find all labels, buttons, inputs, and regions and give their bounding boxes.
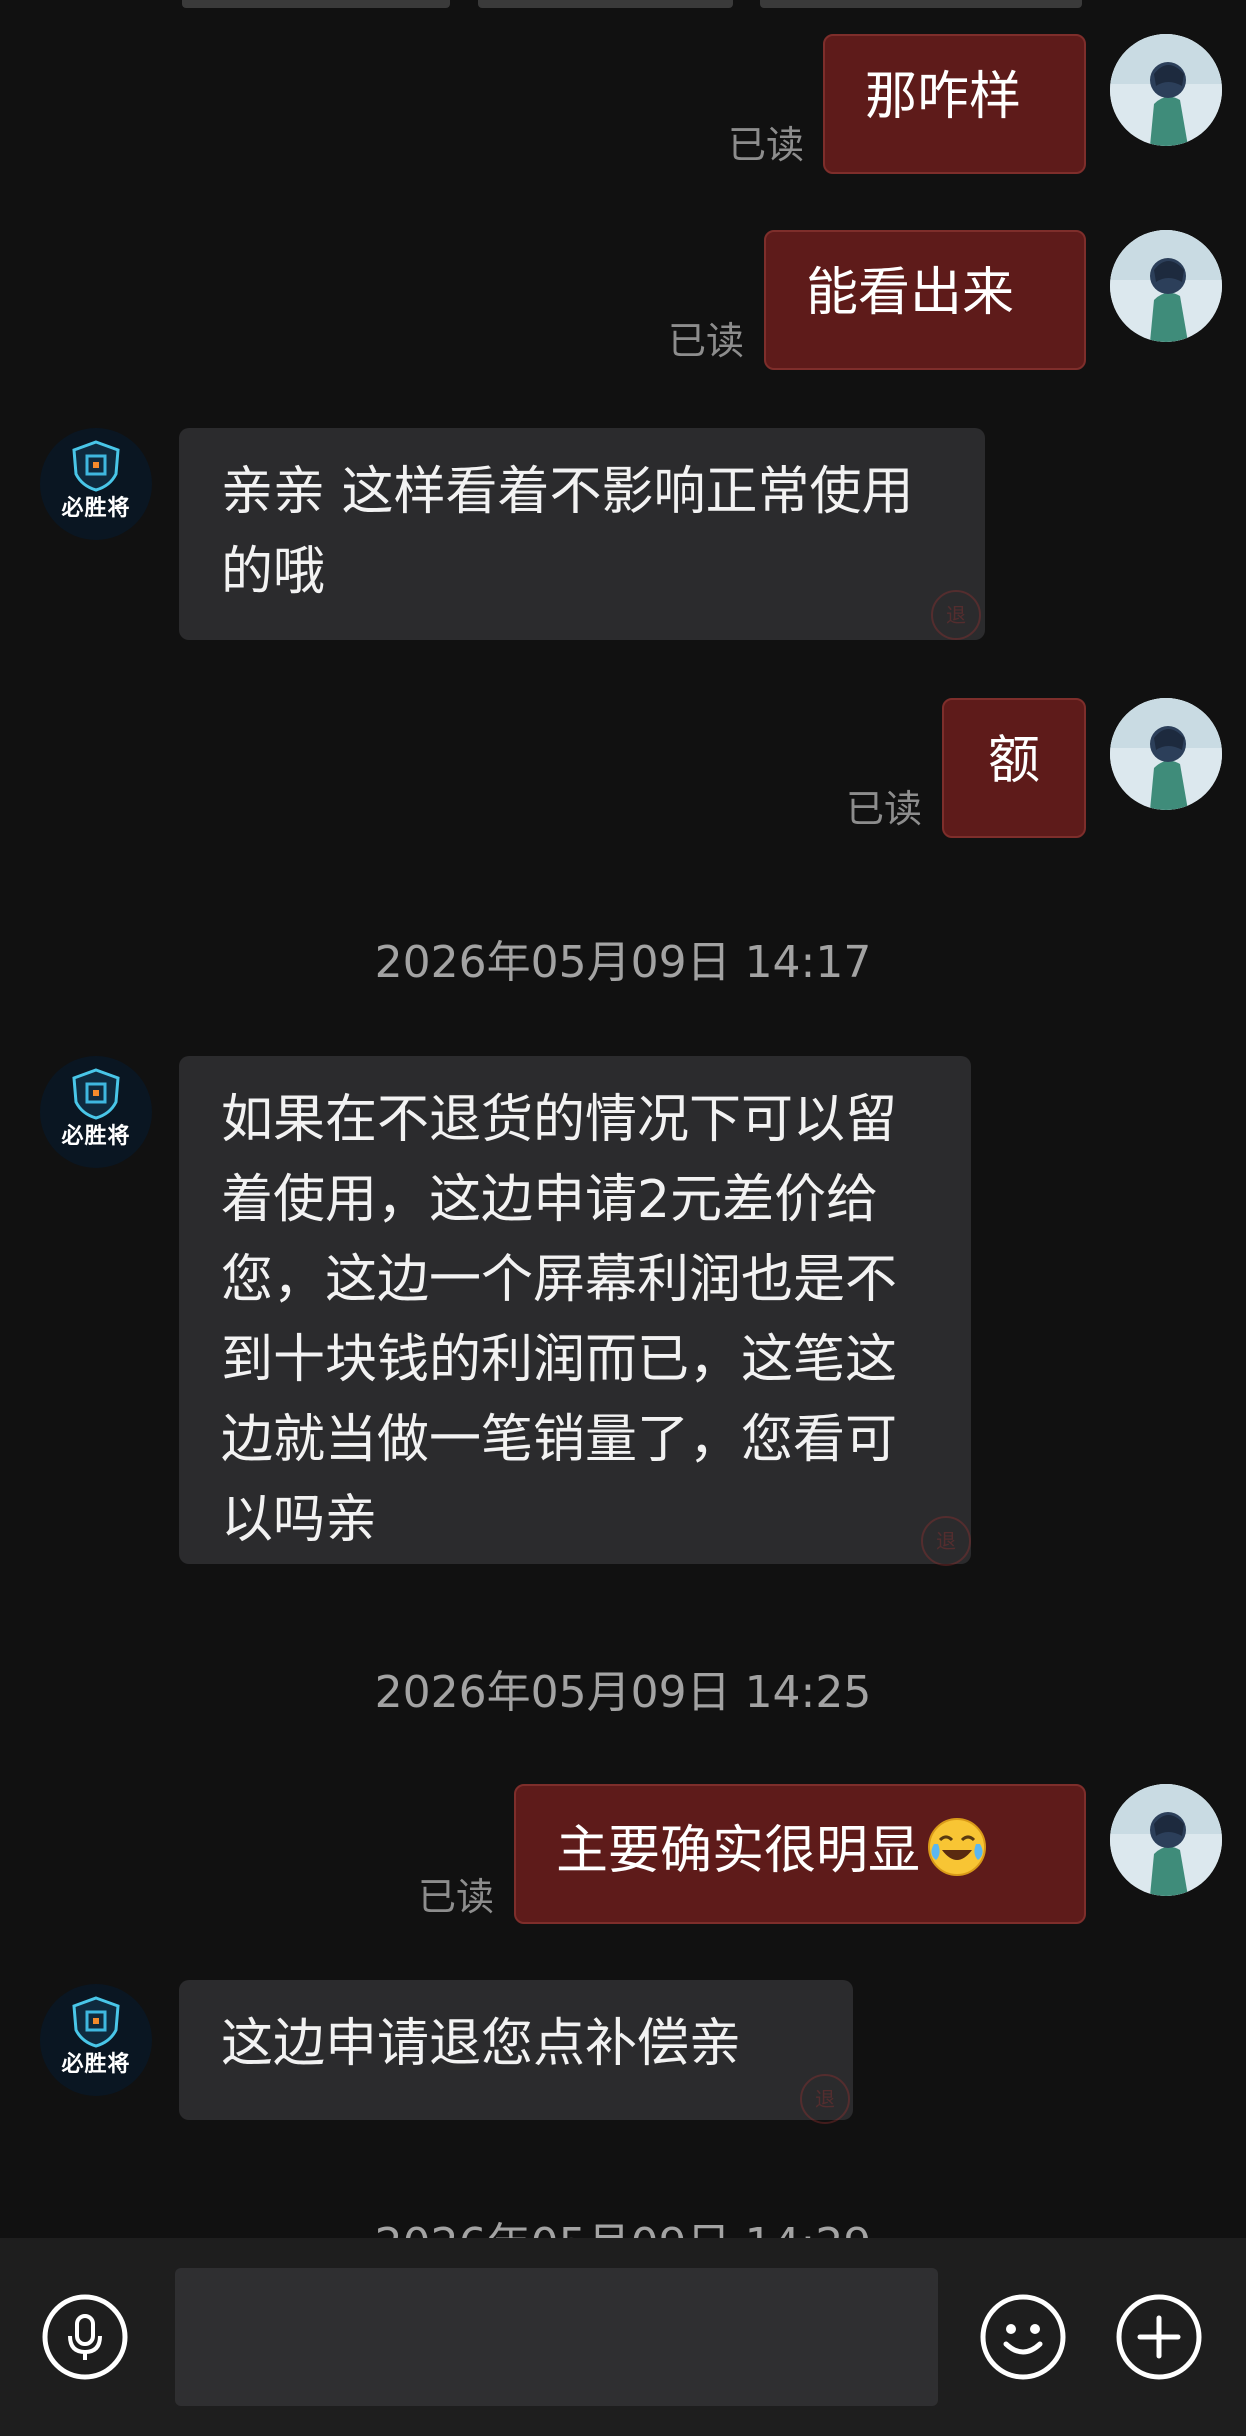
- message-bubble-shop[interactable]: 亲亲 这样看着不影响正常使用的哦: [179, 428, 985, 640]
- message-bubble-shop[interactable]: 这边申请退您点补偿亲: [179, 1980, 853, 2120]
- message-bubble-shop[interactable]: 如果在不退货的情况下可以留着使用，这边申请2元差价给您，这边一个屏幕利润也是不到…: [179, 1056, 971, 1564]
- message-text: 亲亲 这样看着不影响正常使用的哦: [221, 462, 914, 602]
- watermark-stamp-icon: 退: [931, 590, 981, 640]
- shop-avatar[interactable]: 必胜将: [40, 1984, 152, 2096]
- user-avatar-photo-icon: [1110, 230, 1222, 342]
- more-button[interactable]: [1116, 2294, 1202, 2380]
- my-avatar[interactable]: [1110, 1784, 1222, 1896]
- shield-chip-icon: [72, 440, 120, 492]
- read-receipt: 已读: [668, 319, 745, 363]
- message-bubble-mine[interactable]: 能看出来: [764, 230, 1086, 370]
- top-quick-reply-bar: [0, 0, 1246, 12]
- smiley-icon: [980, 2294, 1066, 2380]
- my-avatar[interactable]: [1110, 230, 1222, 342]
- shield-chip-icon: [72, 1996, 120, 2048]
- message-text: 这边申请退您点补偿亲: [221, 2014, 742, 2074]
- shield-chip-icon: [72, 1068, 120, 1120]
- my-avatar[interactable]: [1110, 34, 1222, 146]
- user-avatar-photo-icon: [1110, 698, 1222, 810]
- quick-reply-chip[interactable]: [760, 0, 1082, 8]
- microphone-icon: [42, 2294, 128, 2380]
- message-bubble-mine[interactable]: 那咋样: [823, 34, 1086, 174]
- quick-reply-chip[interactable]: [478, 0, 733, 8]
- timestamp: 2026年05月09日 14:17: [374, 937, 872, 988]
- message-text: 额: [987, 731, 1040, 791]
- read-receipt: 已读: [846, 787, 923, 831]
- shop-avatar-label: 必胜将: [61, 2052, 131, 2077]
- shop-avatar-label: 必胜将: [61, 496, 131, 521]
- quick-reply-chip[interactable]: [182, 0, 450, 8]
- message-text: 如果在不退货的情况下可以留着使用，这边申请2元差价给您，这边一个屏幕利润也是不到…: [221, 1090, 898, 1550]
- message-input[interactable]: [175, 2268, 938, 2406]
- voice-button[interactable]: [42, 2294, 128, 2380]
- tears-of-joy-emoji-icon: [928, 1818, 987, 1876]
- plus-icon: [1116, 2294, 1202, 2380]
- message-text: 能看出来: [806, 263, 1015, 323]
- read-receipt: 已读: [728, 123, 805, 167]
- timestamp: 2026年05月09日 14:25: [374, 1667, 872, 1718]
- shop-avatar[interactable]: 必胜将: [40, 1056, 152, 1168]
- user-avatar-photo-icon: [1110, 34, 1222, 146]
- my-avatar[interactable]: [1110, 698, 1222, 810]
- message-bubble-mine[interactable]: 主要确实很明显: [514, 1784, 1086, 1924]
- message-bubble-mine[interactable]: 额: [942, 698, 1086, 838]
- watermark-stamp-icon: 退: [921, 1516, 971, 1566]
- user-avatar-photo-icon: [1110, 1784, 1222, 1896]
- message-text: 主要确实很明显: [556, 1821, 921, 1881]
- shop-avatar[interactable]: 必胜将: [40, 428, 152, 540]
- message-text: 那咋样: [865, 67, 1022, 127]
- watermark-stamp-icon: 退: [800, 2074, 850, 2124]
- shop-avatar-label: 必胜将: [61, 1124, 131, 1149]
- emoji-button[interactable]: [980, 2294, 1066, 2380]
- read-receipt: 已读: [418, 1875, 495, 1919]
